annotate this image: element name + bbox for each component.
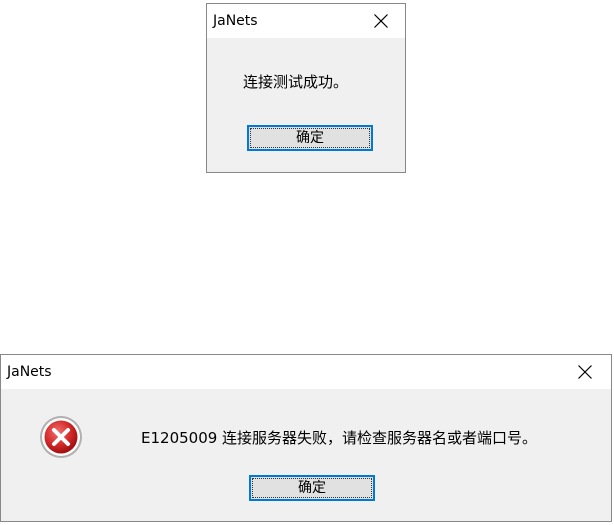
- dialog-title: JaNets: [7, 364, 52, 380]
- error-dialog: JaNets E1205009 连接服务器失败，请检查服务器名或者端口号。 确定: [0, 354, 612, 522]
- close-button[interactable]: [563, 355, 607, 389]
- page: JaNets 连接测试成功。 确定 JaNets E1205009 连接服务器失…: [0, 0, 614, 525]
- close-icon: [578, 365, 592, 379]
- dialog-title: JaNets: [213, 13, 258, 29]
- dialog-message: E1205009 连接服务器失败，请检查服务器名或者端口号。: [141, 429, 538, 447]
- focus-rect: [250, 128, 370, 148]
- title-bar[interactable]: JaNets: [1, 355, 611, 389]
- error-icon: [40, 416, 82, 458]
- title-bar[interactable]: JaNets: [207, 4, 405, 38]
- dialog-message: 连接测试成功。: [243, 73, 349, 91]
- close-button[interactable]: [359, 4, 403, 38]
- close-icon: [374, 14, 388, 28]
- ok-button[interactable]: 确定: [247, 125, 373, 151]
- focus-rect: [252, 478, 372, 498]
- success-dialog: JaNets 连接测试成功。 确定: [206, 3, 406, 173]
- ok-button[interactable]: 确定: [249, 475, 375, 501]
